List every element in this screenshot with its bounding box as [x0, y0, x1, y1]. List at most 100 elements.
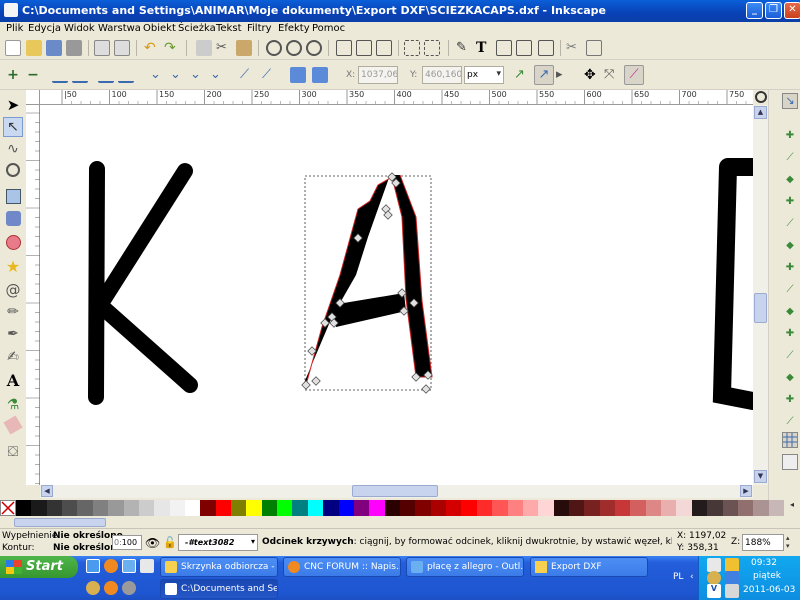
palette-swatch[interactable]	[538, 500, 554, 516]
delete-segment-icon[interactable]	[118, 67, 134, 83]
palette-swatch[interactable]	[446, 500, 462, 516]
spiral-tool-icon[interactable]: @	[3, 280, 23, 300]
snap-option-icon[interactable]: ◆	[784, 174, 796, 186]
export-icon[interactable]	[114, 40, 130, 56]
palette-swatch[interactable]	[123, 500, 139, 516]
palette-swatch[interactable]	[369, 500, 385, 516]
palette-swatch[interactable]	[246, 500, 262, 516]
zoom-selection-icon[interactable]	[266, 40, 282, 56]
paste-icon[interactable]	[236, 40, 252, 56]
menu-plik[interactable]: Plik	[6, 23, 23, 34]
import-icon[interactable]	[94, 40, 110, 56]
palette-swatch[interactable]	[215, 500, 232, 516]
snap-option-icon[interactable]: ⟋	[784, 152, 796, 164]
snap-option-icon[interactable]: ⟋	[784, 416, 796, 428]
taskbar-button-outlook[interactable]: Skrzynka odbiorcza - ...	[160, 557, 278, 577]
zoom-corner-icon[interactable]	[755, 91, 767, 103]
palette-swatch[interactable]	[661, 500, 677, 516]
palette-swatch[interactable]	[461, 500, 477, 516]
tray-network-icon[interactable]	[707, 558, 721, 572]
letter-a[interactable]	[304, 174, 433, 386]
star-tool-icon[interactable]: ★	[3, 257, 23, 277]
quicklaunch-inkscape-icon[interactable]	[140, 559, 154, 573]
horizontal-scrollbar[interactable]: ◀ ▶	[40, 485, 753, 498]
y-input[interactable]: 460,160	[422, 66, 462, 84]
palette-swatch[interactable]	[415, 500, 431, 516]
palette-swatch[interactable]	[92, 500, 109, 516]
redo-icon[interactable]: ↷	[164, 40, 180, 56]
menu-edycja[interactable]: Edycja	[28, 23, 61, 34]
tray-bluetooth-icon[interactable]	[725, 571, 739, 585]
path-node-handle[interactable]	[311, 376, 321, 386]
select-original-icon[interactable]	[376, 40, 392, 56]
zoom-spinner-icon[interactable]: ▴ ▾	[786, 534, 796, 551]
palette-swatch[interactable]	[568, 500, 585, 516]
language-indicator[interactable]: PL	[673, 572, 683, 582]
delete-node-icon[interactable]: −	[25, 67, 41, 83]
snap-option-icon[interactable]: ✚	[784, 394, 796, 406]
palette-swatch[interactable]	[507, 500, 523, 516]
save-icon[interactable]	[46, 40, 62, 56]
clock-time[interactable]: 09:32	[751, 558, 777, 568]
palette-swatch[interactable]	[430, 500, 447, 516]
transform-icon[interactable]	[538, 40, 554, 56]
palette-swatch[interactable]	[169, 500, 185, 516]
menu-sciezka[interactable]: Ścieżka	[178, 23, 216, 34]
node-tool-icon[interactable]: ↖	[3, 117, 23, 137]
palette-swatch[interactable]	[200, 500, 216, 516]
palette-swatch[interactable]	[292, 500, 308, 516]
taskbar-button-allegro[interactable]: płacę z allegro - Outl...	[406, 557, 524, 577]
taskbar-button-cnc-forum[interactable]: CNC FORUM :: Napis...	[283, 557, 401, 577]
auto-smooth-node-icon[interactable]: ⌄	[210, 67, 226, 83]
palette-swatch[interactable]	[553, 500, 569, 516]
palette-swatch[interactable]	[399, 500, 416, 516]
path-node-handle[interactable]	[421, 384, 431, 394]
vscroll-thumb[interactable]	[754, 293, 767, 323]
snap-guide-icon[interactable]	[782, 454, 798, 470]
scroll-up-icon[interactable]: ▲	[754, 106, 767, 119]
menu-efekty[interactable]: Efekty	[278, 23, 310, 34]
snap-option-icon[interactable]: ✚	[784, 262, 796, 274]
palette-swatch[interactable]	[630, 500, 646, 516]
cut-icon[interactable]: ✂	[216, 40, 232, 56]
snap-option-icon[interactable]: ✚	[784, 328, 796, 340]
palette-swatch[interactable]	[108, 500, 124, 516]
spray-tool-icon[interactable]: ⚗	[3, 395, 23, 415]
palette-swatch[interactable]	[338, 500, 354, 516]
path-node-handle[interactable]	[301, 380, 311, 390]
ellipse-tool-icon[interactable]	[6, 235, 21, 250]
layer-select[interactable]: -#text3082 ▾	[178, 534, 258, 551]
palette-swatch[interactable]	[522, 500, 539, 516]
tray-expand-icon[interactable]: ‹	[690, 572, 694, 582]
lock-layer-icon[interactable]: 🔓	[163, 536, 177, 549]
palette-swatch[interactable]	[737, 500, 754, 516]
palette-swatch[interactable]	[691, 500, 708, 516]
segment-line-icon[interactable]: ⟋	[240, 67, 256, 83]
tweak-tool-icon[interactable]: ∿	[3, 139, 23, 159]
xml-editor-icon[interactable]	[496, 40, 512, 56]
drawing-canvas[interactable]	[40, 105, 753, 485]
menu-pomoc[interactable]: Pomoc	[312, 23, 345, 34]
pen-tool-icon[interactable]: ✒	[3, 324, 23, 344]
zoom-input[interactable]: 188%	[742, 534, 784, 551]
palette-swatch[interactable]	[753, 500, 769, 516]
palette-swatch[interactable]	[231, 500, 247, 516]
palette-swatch[interactable]	[615, 500, 631, 516]
zoom-tool-icon[interactable]	[6, 163, 20, 177]
palette-swatch[interactable]	[676, 500, 692, 516]
palette-swatch[interactable]	[62, 500, 78, 516]
snap-option-icon[interactable]: ⟋	[784, 350, 796, 362]
tray-update-icon[interactable]	[707, 571, 721, 585]
maximize-button[interactable]: ❐	[765, 2, 782, 19]
show-handles-icon[interactable]: ↗	[514, 67, 530, 83]
transform-handles-icon[interactable]: ✥	[584, 67, 600, 83]
unlink-clone-icon[interactable]	[356, 40, 372, 56]
taskbar-button-export-dxf[interactable]: Export DXF	[530, 557, 648, 577]
smooth-node-icon[interactable]: ⌄	[170, 67, 186, 83]
palette-swatch[interactable]	[492, 500, 508, 516]
palette-swatch[interactable]	[599, 500, 616, 516]
segment-curve-icon[interactable]: ⟋	[262, 67, 278, 83]
palette-swatch[interactable]	[184, 500, 201, 516]
insert-node-icon[interactable]: +	[5, 67, 21, 83]
zoom-page-icon[interactable]	[306, 40, 322, 56]
